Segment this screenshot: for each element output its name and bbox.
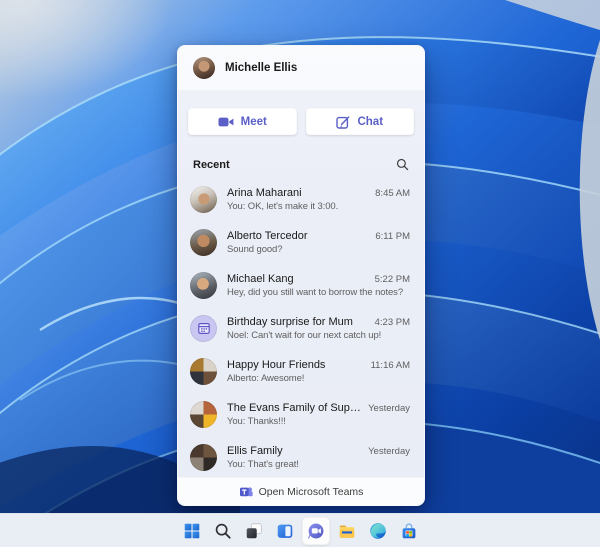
chat-preview: Sound good?	[227, 244, 410, 255]
teams-logo-icon	[239, 485, 253, 498]
video-camera-icon	[218, 116, 234, 128]
chat-list: Arina Maharani 8:45 AM You: OK, let's ma…	[178, 178, 424, 479]
chat-timestamp: Yesterday	[368, 446, 410, 457]
chat-avatar	[190, 444, 217, 471]
chat-list-item[interactable]: Alberto Tercedor 6:11 PM Sound good?	[178, 221, 424, 264]
teams-chat-icon	[306, 521, 326, 541]
chat-texts: Michael Kang 5:22 PM Hey, did you still …	[227, 273, 410, 299]
teams-chat-flyout: Michelle Ellis Meet Chat Recent	[177, 45, 425, 506]
chat-timestamp: 11:16 AM	[371, 360, 410, 371]
chat-preview: You: OK, let's make it 3:00.	[227, 201, 410, 212]
widgets-button[interactable]	[271, 517, 299, 545]
user-avatar[interactable]	[193, 57, 215, 79]
chat-texts: Arina Maharani 8:45 AM You: OK, let's ma…	[227, 187, 410, 213]
chat-texts: Birthday surprise for Mum 4:23 PM Noel: …	[227, 316, 410, 342]
chat-name: Happy Hour Friends	[227, 359, 325, 371]
file-explorer-button[interactable]	[333, 517, 361, 545]
calendar-icon	[197, 322, 211, 335]
action-buttons: Meet Chat	[188, 108, 414, 135]
chat-avatar	[190, 272, 217, 299]
chat-name: Alberto Tercedor	[227, 230, 308, 242]
chat-list-item[interactable]: Ellis Family Yesterday You: That's great…	[178, 436, 424, 479]
chat-preview: You: Thanks!!!	[227, 416, 410, 427]
microsoft-store-button[interactable]	[395, 517, 423, 545]
chat-avatar	[190, 358, 217, 385]
chat-list-item[interactable]: The Evans Family of Supers Yesterday You…	[178, 393, 424, 436]
chat-avatar	[190, 401, 217, 428]
chat-timestamp: 8:45 AM	[375, 188, 410, 199]
chat-texts: The Evans Family of Supers Yesterday You…	[227, 402, 410, 428]
chat-avatar	[190, 229, 217, 256]
taskbar	[0, 513, 600, 547]
start-button[interactable]	[178, 517, 206, 545]
chat-timestamp: 5:22 PM	[375, 274, 410, 285]
open-teams-button[interactable]: Open Microsoft Teams	[178, 477, 424, 505]
open-teams-label: Open Microsoft Teams	[259, 486, 364, 498]
folder-icon	[337, 521, 357, 541]
widgets-icon	[275, 521, 295, 541]
search-taskbar-button[interactable]	[209, 517, 237, 545]
chat-name: Arina Maharani	[227, 187, 302, 199]
recent-header: Recent	[193, 158, 409, 171]
chat-timestamp: Yesterday	[368, 403, 410, 414]
search-icon	[396, 158, 409, 171]
chat-preview: Hey, did you still want to borrow the no…	[227, 287, 410, 298]
flyout-header: Michelle Ellis	[178, 46, 424, 91]
chat-name: Ellis Family	[227, 445, 283, 457]
chat-name: Michael Kang	[227, 273, 294, 285]
chat-button-label: Chat	[357, 116, 383, 128]
edge-browser-icon	[368, 521, 388, 541]
chat-texts: Alberto Tercedor 6:11 PM Sound good?	[227, 230, 410, 256]
recent-label: Recent	[193, 159, 230, 171]
chat-avatar	[190, 186, 217, 213]
chat-button[interactable]: Chat	[306, 108, 415, 135]
chat-name: Birthday surprise for Mum	[227, 316, 353, 328]
chat-list-item[interactable]: Michael Kang 5:22 PM Hey, did you still …	[178, 264, 424, 307]
chat-timestamp: 4:23 PM	[375, 317, 410, 328]
chat-list-item[interactable]: Arina Maharani 8:45 AM You: OK, let's ma…	[178, 178, 424, 221]
task-view-button[interactable]	[240, 517, 268, 545]
chat-name: The Evans Family of Supers	[227, 402, 362, 414]
compose-icon	[336, 115, 350, 129]
chat-preview: Noel: Can't wait for our next catch up!	[227, 330, 410, 341]
windows-start-icon	[182, 521, 202, 541]
chat-timestamp: 6:11 PM	[375, 231, 410, 242]
chat-texts: Happy Hour Friends 11:16 AM Alberto: Awe…	[227, 359, 410, 385]
chat-texts: Ellis Family Yesterday You: That's great…	[227, 445, 410, 471]
chat-preview: Alberto: Awesome!	[227, 373, 410, 384]
chat-preview: You: That's great!	[227, 459, 410, 470]
user-name: Michelle Ellis	[225, 62, 297, 74]
meet-button[interactable]: Meet	[188, 108, 297, 135]
chat-avatar	[190, 315, 217, 342]
microsoft-store-icon	[399, 521, 419, 541]
meet-button-label: Meet	[241, 116, 267, 128]
teams-chat-taskbar-button[interactable]	[302, 517, 330, 545]
task-view-icon	[244, 521, 264, 541]
chat-list-item[interactable]: Birthday surprise for Mum 4:23 PM Noel: …	[178, 307, 424, 350]
edge-browser-button[interactable]	[364, 517, 392, 545]
search-icon	[213, 521, 233, 541]
chat-list-item[interactable]: Happy Hour Friends 11:16 AM Alberto: Awe…	[178, 350, 424, 393]
search-button[interactable]	[396, 158, 409, 171]
